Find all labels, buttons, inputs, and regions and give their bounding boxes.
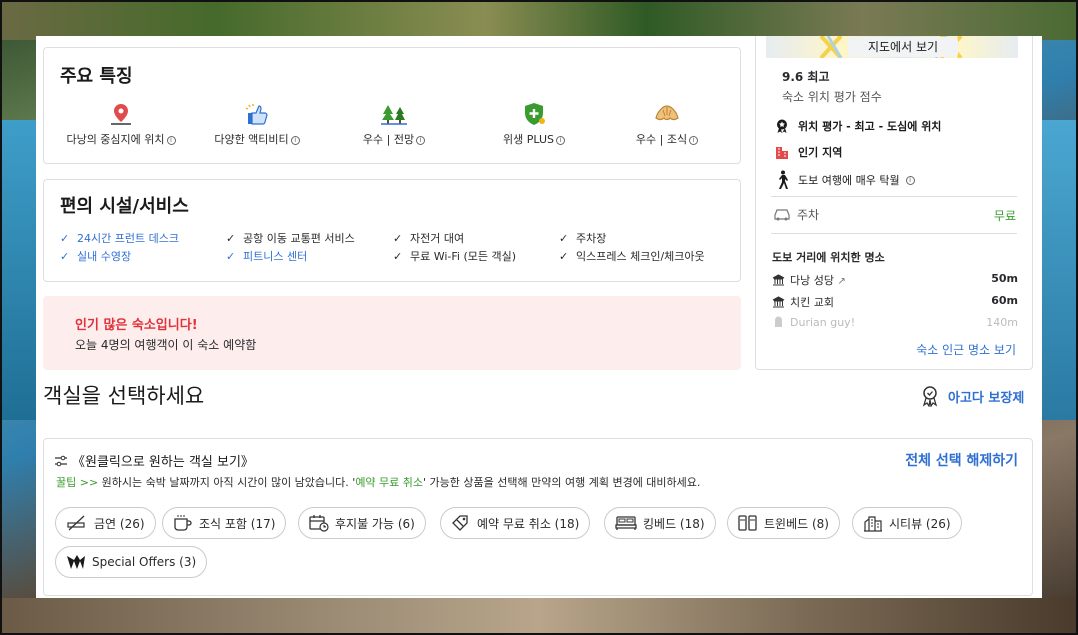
walking-icon: [779, 170, 788, 189]
amenities-card: 편의 시설/서비스 ✓ 24시간 프런트 데스크 ✓ 공항 이동 교통편 서비스 ✓…: [43, 179, 741, 282]
filter-chip-free-cancellation[interactable]: 예약 무료 취소 (18): [440, 507, 591, 539]
walkability-row: 도보 여행에 매우 탁월 i: [774, 170, 915, 190]
map-preview[interactable]: 지도에서 보기: [766, 36, 1018, 58]
guarantee-label: 아고다 보장제: [948, 391, 1025, 406]
check-icon: ✓: [559, 232, 569, 245]
feature-location[interactable]: 다낭의 중심지에 위치 i: [56, 102, 186, 147]
view-on-map-button[interactable]: 지도에서 보기: [848, 37, 958, 57]
view-nearby-landmarks-link[interactable]: 숙소 인근 명소 보기: [916, 341, 1016, 358]
popular-property-alert: 인기 많은 숙소입니다! 오늘 4명의 여행객이 이 숙소 예약함: [43, 296, 741, 370]
location-rating-row: 위치 평가 - 최고 - 도심에 위치: [774, 118, 941, 134]
calendar-clock-icon: [309, 515, 329, 532]
car-icon: [774, 209, 790, 221]
divider: [771, 196, 1017, 197]
no-smoking-icon: [67, 515, 85, 531]
landmark-icon: [772, 274, 785, 286]
nearby-landmark[interactable]: Durian guy! 140m: [772, 316, 1018, 329]
building-icon: [776, 147, 788, 159]
background-pool-right: [1038, 120, 1078, 420]
feature-view-label: 우수 | 전망: [362, 133, 415, 146]
popular-area-row: 인기 지역: [774, 144, 842, 160]
check-icon: ✓: [226, 250, 236, 263]
location-score: 9.6 최고: [782, 70, 830, 84]
popular-title: 인기 많은 숙소입니다!: [75, 318, 198, 333]
check-icon: ✓: [226, 232, 236, 245]
landmark-icon: [775, 316, 782, 327]
amenity-item: ✓ 24시간 프런트 데스크: [60, 232, 179, 245]
feature-hygiene-label: 위생 PLUS: [503, 133, 554, 146]
sliders-icon: [55, 455, 67, 467]
amenity-item: ✓ 익스프레스 체크인/체크아웃: [559, 250, 705, 263]
info-icon[interactable]: i: [166, 136, 176, 145]
info-icon[interactable]: i: [689, 136, 699, 145]
location-score-label: 숙소 위치 평가 점수: [782, 90, 882, 104]
agoda-guarantee-link[interactable]: 아고다 보장제: [920, 385, 1025, 408]
parking-label: 주차: [772, 206, 819, 223]
filter-chip-special-offers[interactable]: Special Offers (3): [55, 546, 208, 578]
info-icon[interactable]: i: [905, 175, 915, 185]
filter-chip-non-smoking[interactable]: 금연 (26): [55, 507, 156, 539]
external-link-icon: ↗: [837, 276, 846, 287]
check-icon: ✓: [559, 250, 569, 263]
key-features-card: 주요 특징 다낭의 중심지에 위치 i 다양한 액티비티 i 우수 | 전망 i 위생…: [43, 47, 741, 164]
hotel-detail-panel: 주요 특징 다낭의 중심지에 위치 i 다양한 액티비티 i 우수 | 전망 i 위생…: [36, 36, 1042, 598]
feature-activities[interactable]: 다양한 액티비티 i: [192, 102, 322, 147]
background-photo-bottom: [0, 598, 1078, 635]
filter-chip-city-view[interactable]: 시티뷰 (26): [852, 507, 962, 539]
check-icon: ✓: [393, 250, 403, 263]
select-room-heading: 객실을 선택하세요: [43, 384, 205, 408]
amenity-item: ✓ 주차장: [559, 232, 607, 245]
map-pin-icon: [111, 104, 131, 125]
filter-chip-breakfast[interactable]: 조식 포함 (17): [162, 507, 287, 539]
filter-chip-twin-bed[interactable]: 트윈베드 (8): [727, 507, 840, 539]
feature-location-label: 다낭의 중심지에 위치: [66, 133, 165, 146]
nearby-landmark[interactable]: 치킨 교회 60m: [772, 294, 1018, 310]
check-icon: ✓: [60, 250, 70, 263]
landmark-icon: [772, 296, 785, 308]
amenity-item: ✓ 실내 수영장: [60, 250, 132, 263]
check-icon: ✓: [60, 232, 70, 245]
tip-text: 꿀팁 >> 원하시는 숙박 날짜까지 아직 시간이 많이 남았습니다. '예약 …: [56, 476, 701, 489]
room-filter-card: 《원클릭으로 원하는 객실 보기》 전체 선택 해제하기 꿀팁 >> 원하시는 …: [43, 438, 1033, 596]
filter-heading: 《원클릭으로 원하는 객실 보기》: [54, 451, 254, 470]
location-score-card: 지도에서 보기 9.6 최고 숙소 위치 평가 점수 위치 평가 - 최고 - …: [755, 36, 1033, 370]
info-icon[interactable]: i: [290, 136, 300, 145]
key-features-title: 주요 특징: [60, 66, 133, 87]
info-icon[interactable]: i: [416, 136, 426, 145]
nearby-landmark[interactable]: 다낭 성당 ↗ 50m: [772, 272, 1018, 288]
nearby-landmarks-title: 도보 거리에 위치한 명소: [772, 251, 885, 264]
twin-bed-icon: [738, 515, 757, 531]
award-icon: [777, 119, 787, 133]
filter-chip-king-bed[interactable]: 킹베드 (18): [604, 507, 716, 539]
parking-value: 무료: [993, 209, 1016, 223]
feature-breakfast-label: 우수 | 조식: [635, 133, 688, 146]
coffee-cup-icon: [174, 515, 192, 531]
city-view-icon: [864, 516, 882, 532]
amenity-item: ✓ 공항 이동 교통편 서비스: [226, 232, 355, 245]
amenity-item: ✓ 피트니스 센터: [226, 250, 308, 263]
thumbs-up-icon: [245, 104, 268, 125]
amenities-title: 편의 시설/서비스: [60, 196, 189, 217]
shield-plus-icon: [525, 103, 545, 125]
divider: [771, 233, 1017, 234]
clear-all-filters-button[interactable]: 전체 선택 해제하기: [905, 450, 1018, 470]
special-offers-icon: [67, 555, 85, 569]
king-bed-icon: [615, 516, 637, 530]
filter-chip-pay-later[interactable]: 후지불 가능 (6): [298, 507, 426, 539]
info-icon[interactable]: i: [555, 136, 565, 145]
ribbon-badge-icon: [922, 386, 938, 408]
amenity-item: ✓ 자전거 대여: [393, 232, 465, 245]
trees-icon: [381, 105, 407, 125]
background-photo-top: [0, 0, 1078, 40]
popular-subtitle: 오늘 4명의 여행객이 이 숙소 예약함: [75, 338, 257, 352]
feature-hygiene[interactable]: 위생 PLUS i: [469, 102, 599, 147]
feature-breakfast[interactable]: 우수 | 조식 i: [602, 102, 732, 147]
amenity-item: ✓ 무료 Wi-Fi (모든 객실): [393, 250, 517, 263]
croissant-icon: [655, 105, 679, 121]
free-cancel-icon: [452, 515, 468, 531]
feature-view[interactable]: 우수 | 전망 i: [329, 102, 459, 147]
feature-activities-label: 다양한 액티비티: [214, 133, 289, 146]
check-icon: ✓: [393, 232, 403, 245]
